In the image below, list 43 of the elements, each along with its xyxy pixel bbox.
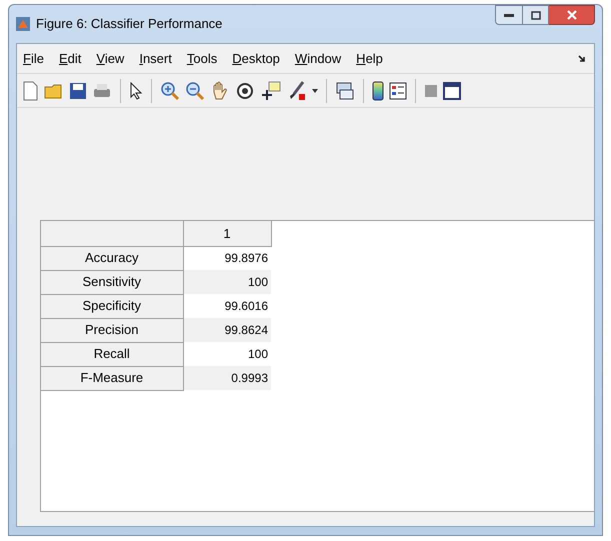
caret-icon[interactable] xyxy=(312,88,318,92)
pointer-icon[interactable] xyxy=(129,82,143,100)
table-cell: 0.9993 xyxy=(183,366,271,390)
menu-item[interactable]: Desktop xyxy=(232,48,280,68)
data-cursor-icon[interactable] xyxy=(260,80,282,100)
table-cell: 100 xyxy=(183,342,271,366)
close-button[interactable] xyxy=(549,5,595,25)
menu-item[interactable]: Help xyxy=(356,48,383,68)
colorbar-icon[interactable] xyxy=(372,80,384,100)
table-cell: 100 xyxy=(183,270,271,294)
row-header[interactable]: F-Measure xyxy=(41,366,183,390)
window-title: Figure 6: Classifier Performance xyxy=(36,15,222,34)
table-cell: 99.6016 xyxy=(183,294,271,318)
new-file-icon[interactable] xyxy=(21,80,39,100)
column-header[interactable]: 1 xyxy=(183,221,271,246)
row-header[interactable]: Sensitivity xyxy=(41,270,183,294)
dock-arrow-icon[interactable] xyxy=(578,54,586,62)
menu-item[interactable]: File xyxy=(23,48,44,68)
row-header[interactable]: Recall xyxy=(41,342,183,366)
minimize-button[interactable] xyxy=(495,5,523,25)
open-folder-icon[interactable] xyxy=(44,82,64,100)
menu-item[interactable]: Edit xyxy=(58,48,82,68)
legend-icon[interactable] xyxy=(389,82,407,100)
maximize-icon xyxy=(530,10,540,20)
menu-item[interactable]: Tools xyxy=(186,48,218,68)
table-cell: 99.8976 xyxy=(183,246,271,270)
row-header[interactable]: Precision xyxy=(41,318,183,342)
zoom-in-icon[interactable] xyxy=(160,80,180,100)
close-icon xyxy=(566,10,576,20)
print-icon[interactable] xyxy=(92,82,112,100)
minimize-icon xyxy=(504,13,514,17)
row-header[interactable]: Accuracy xyxy=(41,246,183,270)
menu-item[interactable]: Insert xyxy=(139,48,172,68)
show-tools-icon[interactable] xyxy=(443,82,461,100)
menu-item[interactable]: View xyxy=(96,48,124,68)
app-logo-icon xyxy=(16,17,30,31)
zoom-out-icon[interactable] xyxy=(185,80,205,100)
brush-icon[interactable] xyxy=(287,80,307,100)
table-cell: 99.8624 xyxy=(183,318,271,342)
maximize-button[interactable] xyxy=(523,5,549,25)
menu-item[interactable]: Window xyxy=(294,48,342,68)
save-icon[interactable] xyxy=(69,82,87,100)
row-header[interactable]: Specificity xyxy=(41,294,183,318)
